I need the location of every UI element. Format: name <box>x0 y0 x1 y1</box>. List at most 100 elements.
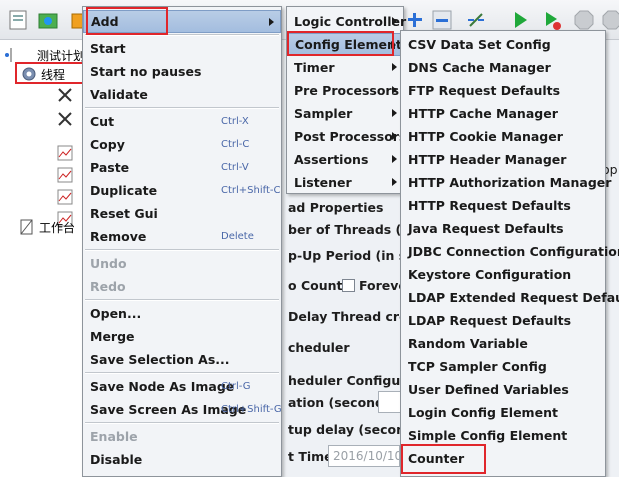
submenu-arrow-icon <box>392 109 397 117</box>
start-no-pause-icon[interactable] <box>540 8 564 32</box>
tree-node-child[interactable] <box>56 186 77 208</box>
shutdown-icon[interactable] <box>600 8 619 32</box>
submenu-arrow-icon <box>269 18 274 26</box>
menu-item-user-defined-variables[interactable]: User Defined Variables <box>401 378 605 401</box>
menu-item-save-screen-as-image[interactable]: Save Screen As Image Ctrl+Shift-G <box>83 398 282 421</box>
forever-checkbox[interactable] <box>342 279 355 292</box>
menu-item-logic-controller[interactable]: Logic Controller <box>287 10 406 33</box>
menu-item-config-element[interactable]: Config Element <box>287 33 403 56</box>
tree-node-child[interactable] <box>56 142 77 164</box>
menu-item-redo: Redo <box>83 275 281 298</box>
menu-item-duplicate[interactable]: Duplicate Ctrl+Shift-C <box>83 179 281 202</box>
menu-item-disable[interactable]: Disable <box>83 448 281 471</box>
menu-item-label: User Defined Variables <box>408 382 569 397</box>
menu-item-label: Simple Config Element <box>408 428 568 443</box>
submenu-arrow-icon <box>392 17 397 25</box>
menu-item-label: Enable <box>90 429 138 444</box>
menu-item-copy[interactable]: Copy Ctrl-C <box>83 133 281 156</box>
remove-icon[interactable] <box>430 8 454 32</box>
menu-item-start[interactable]: Start <box>83 37 281 60</box>
start-icon[interactable] <box>508 8 532 32</box>
menu-item-tcp-sampler-config[interactable]: TCP Sampler Config <box>401 355 605 378</box>
expand-icon[interactable] <box>464 8 488 32</box>
menu-item-validate[interactable]: Validate <box>83 83 281 106</box>
menu-item-shortcut: Ctrl+Shift-C <box>221 185 281 196</box>
submenu-arrow-icon <box>392 178 397 186</box>
menu-item-reset-gui[interactable]: Reset Gui <box>83 202 281 225</box>
menu-item-csv-data-set-config[interactable]: CSV Data Set Config <box>401 33 605 56</box>
menu-item-add[interactable]: Add <box>83 10 281 33</box>
menu-item-start-no-pauses[interactable]: Start no pauses <box>83 60 281 83</box>
menu-item-merge[interactable]: Merge <box>83 325 281 348</box>
menu-separator <box>85 422 279 424</box>
menu-item-label: Save Selection As... <box>90 352 230 367</box>
menu-item-jdbc-connection-configuration[interactable]: JDBC Connection Configuration <box>401 240 619 263</box>
menu-item-label: HTTP Request Defaults <box>408 198 571 213</box>
menu-item-shortcut: Ctrl-V <box>221 162 249 173</box>
menu-item-paste[interactable]: Paste Ctrl-V <box>83 156 281 179</box>
wrench-icon <box>56 86 74 104</box>
duration-field[interactable] <box>378 391 402 413</box>
menu-item-http-cache-manager[interactable]: HTTP Cache Manager <box>401 102 605 125</box>
menu-item-label: HTTP Cookie Manager <box>408 129 563 144</box>
menu-item-ldap-extended-request-defaults[interactable]: LDAP Extended Request Defaults <box>401 286 619 309</box>
config-element-submenu: CSV Data Set Config DNS Cache Manager FTP … <box>400 30 619 477</box>
tree-node-workbench[interactable]: 工作台 <box>18 216 75 238</box>
menu-item-label: JDBC Connection Configuration <box>408 244 619 259</box>
menu-item-java-request-defaults[interactable]: Java Request Defaults <box>401 217 605 240</box>
stop-icon[interactable] <box>572 8 596 32</box>
menu-item-remove[interactable]: Remove Delete <box>83 225 281 248</box>
menu-item-sampler[interactable]: Sampler <box>287 102 403 125</box>
menu-separator <box>85 299 279 301</box>
menu-item-http-cookie-manager[interactable]: HTTP Cookie Manager <box>401 125 605 148</box>
menu-item-label: Keystore Configuration <box>408 267 572 282</box>
menu-item-label: HTTP Authorization Manager <box>408 175 612 190</box>
menu-item-label: Add <box>91 14 119 29</box>
menu-item-label: HTTP Header Manager <box>408 152 567 167</box>
menu-item-pre-processors[interactable]: Pre Processors <box>287 79 403 102</box>
menu-item-post-processors[interactable]: Post Processors <box>287 125 407 148</box>
menu-item-ldap-request-defaults[interactable]: LDAP Request Defaults <box>401 309 605 332</box>
menu-separator <box>85 34 279 36</box>
menu-item-cut[interactable]: Cut Ctrl-X <box>83 110 281 133</box>
open-icon[interactable] <box>36 8 60 32</box>
menu-item-dns-cache-manager[interactable]: DNS Cache Manager <box>401 56 605 79</box>
menu-item-label: Counter <box>408 451 465 466</box>
menu-item-http-header-manager[interactable]: HTTP Header Manager <box>401 148 605 171</box>
menu-item-login-config-element[interactable]: Login Config Element <box>401 401 605 424</box>
menu-item-http-authorization-manager[interactable]: HTTP Authorization Manager <box>401 171 611 194</box>
menu-item-open[interactable]: Open... <box>83 302 281 325</box>
start-time-field[interactable]: 2016/10/10 <box>328 445 400 467</box>
thread-group-highlight <box>15 62 85 84</box>
menu-item-label: Cut <box>90 114 115 129</box>
graph-icon <box>56 144 74 162</box>
menu-item-random-variable[interactable]: Random Variable <box>401 332 605 355</box>
menu-item-label: Redo <box>90 279 126 294</box>
menu-item-timer[interactable]: Timer <box>287 56 403 79</box>
tree-node-child[interactable] <box>56 108 77 130</box>
menu-item-label: Merge <box>90 329 135 344</box>
menu-item-label: Post Processors <box>294 129 407 144</box>
menu-item-save-node-as-image[interactable]: Save Node As Image Ctrl-G <box>83 375 281 398</box>
tree-node-child[interactable] <box>56 84 77 106</box>
menu-item-ftp-request-defaults[interactable]: FTP Request Defaults <box>401 79 605 102</box>
tree-node-child[interactable] <box>56 164 77 186</box>
test-plan-tree: 测试计划 线程 工作台 <box>0 40 85 477</box>
submenu-arrow-icon <box>392 155 397 163</box>
menu-item-label: HTTP Cache Manager <box>408 106 558 121</box>
menu-item-assertions[interactable]: Assertions <box>287 148 403 171</box>
menu-item-http-request-defaults[interactable]: HTTP Request Defaults <box>401 194 605 217</box>
menu-item-simple-config-element[interactable]: Simple Config Element <box>401 424 605 447</box>
menu-item-counter[interactable]: Counter <box>401 447 605 470</box>
add-icon[interactable] <box>403 8 427 32</box>
menu-item-label: Assertions <box>294 152 369 167</box>
menu-item-listener[interactable]: Listener <box>287 171 403 194</box>
menu-item-label: Pre Processors <box>294 83 400 98</box>
template-icon[interactable] <box>6 8 30 32</box>
menu-item-label: Reset Gui <box>90 206 158 221</box>
menu-item-keystore-configuration[interactable]: Keystore Configuration <box>401 263 605 286</box>
workbench-icon <box>18 218 36 236</box>
menu-item-save-selection-as[interactable]: Save Selection As... <box>83 348 281 371</box>
context-menu: Add Start Start no pauses Validate Cut Ctrl-X… <box>82 6 282 477</box>
wrench-icon <box>56 110 74 128</box>
